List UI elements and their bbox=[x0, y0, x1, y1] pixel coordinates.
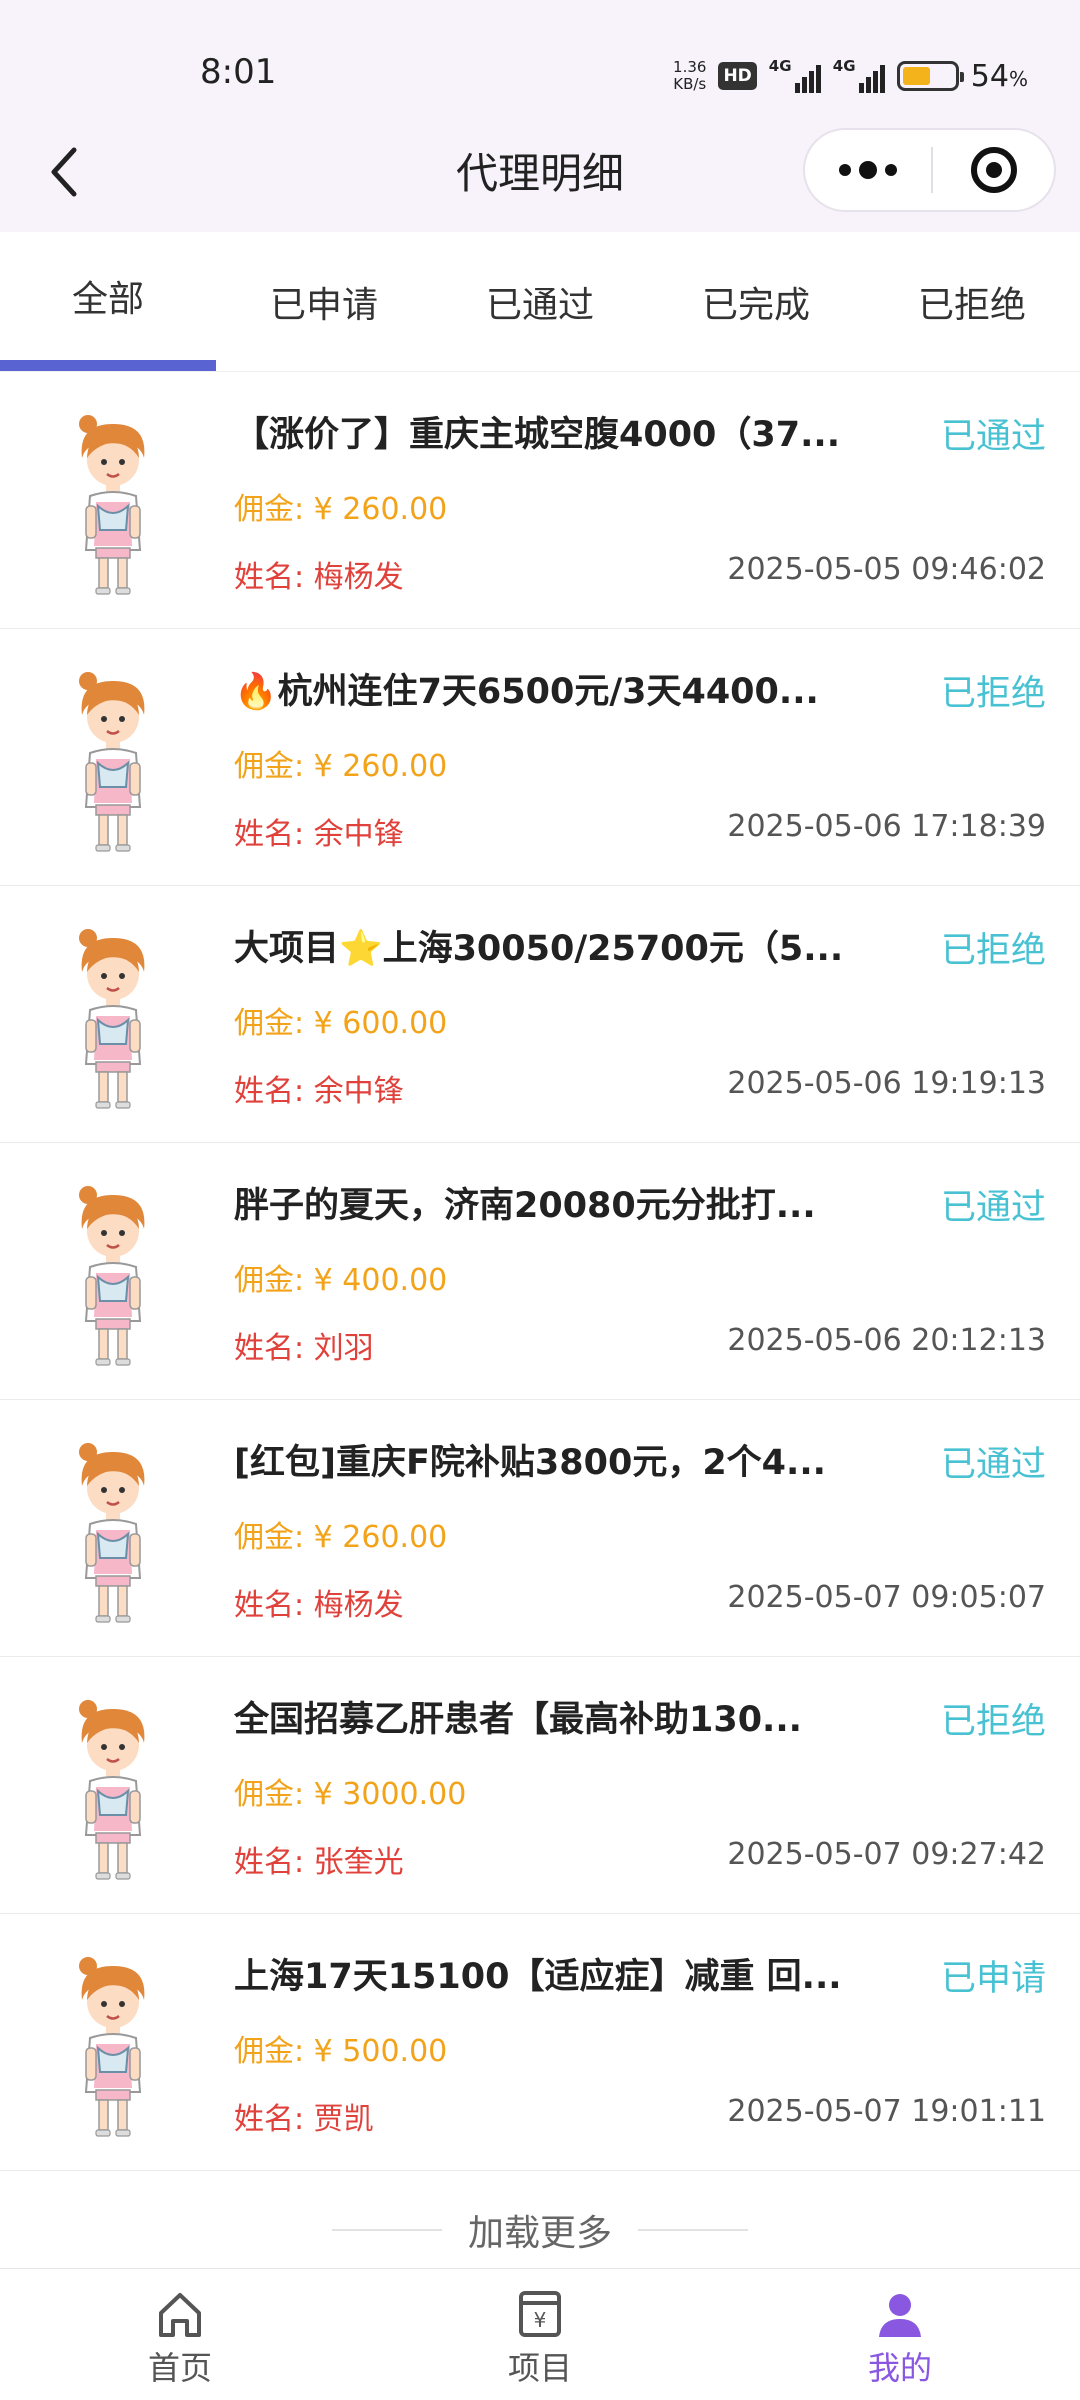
item-timestamp: 2025-05-07 19:01:11 bbox=[727, 2094, 1046, 2129]
nurse-avatar-icon bbox=[68, 1695, 158, 1881]
nurse-avatar-icon bbox=[68, 1438, 158, 1624]
network-speed-value: 1.36 bbox=[673, 58, 707, 76]
divider-line bbox=[331, 2229, 442, 2231]
tab-4[interactable]: 已拒绝 bbox=[864, 232, 1080, 371]
item-name: 姓名: 贾凯 bbox=[234, 2102, 374, 2137]
list-item[interactable]: 全国招募乙肝患者【最高补助130... 已拒绝 佣金: ¥ 3000.00 姓名… bbox=[0, 1657, 1080, 1914]
status-badge: 已申请 bbox=[940, 1959, 1046, 1999]
agent-detail-list: 【涨价了】重庆主城空腹4000（37... 已通过 佣金: ¥ 260.00 姓… bbox=[0, 372, 1080, 2171]
signal-icon: 4G bbox=[768, 57, 821, 93]
battery-icon bbox=[896, 61, 964, 91]
status-badge: 已拒绝 bbox=[940, 1702, 1046, 1742]
list-item[interactable]: 🔥杭州连住7天6500元/3天4400... 已拒绝 佣金: ¥ 260.00 … bbox=[0, 629, 1080, 886]
divider-line bbox=[638, 2229, 748, 2231]
close-miniprogram-button[interactable] bbox=[933, 130, 1054, 210]
item-timestamp: 2025-05-05 09:46:02 bbox=[727, 552, 1046, 587]
item-title: 🔥杭州连住7天6500元/3天4400... bbox=[234, 672, 819, 712]
tab-label: 已完成 bbox=[701, 285, 810, 326]
miniprogram-capsule bbox=[803, 128, 1056, 212]
nurse-avatar-icon bbox=[68, 924, 158, 1110]
project-icon: ¥ bbox=[513, 2287, 567, 2341]
item-commission: 佣金: ¥ 260.00 bbox=[234, 492, 448, 527]
battery-percent-value: 54 bbox=[970, 58, 1009, 94]
item-title: 全国招募乙肝患者【最高补助130... bbox=[234, 1700, 802, 1740]
status-time: 8:01 bbox=[200, 52, 277, 92]
item-title: [红包]重庆F院补贴3800元，2个4... bbox=[234, 1443, 826, 1483]
tab-2[interactable]: 已通过 bbox=[432, 232, 648, 371]
status-badge: 已通过 bbox=[940, 1445, 1046, 1485]
battery-percent: 54% bbox=[971, 59, 1028, 94]
filter-tabs: 全部 已申请 已通过 已完成 已拒绝 bbox=[0, 232, 1080, 372]
item-timestamp: 2025-05-06 20:12:13 bbox=[727, 1323, 1046, 1358]
bottom-tab-bar: 首页 ¥ 项目 我的 bbox=[0, 2268, 1080, 2400]
hd-icon: HD bbox=[718, 62, 757, 90]
item-name: 姓名: 刘羽 bbox=[234, 1331, 374, 1366]
tab-active-indicator bbox=[0, 360, 216, 371]
item-name: 姓名: 梅杨发 bbox=[234, 560, 404, 595]
item-timestamp: 2025-05-07 09:27:42 bbox=[727, 1837, 1046, 1872]
item-title: 胖子的夏天，济南20080元分批打... bbox=[234, 1186, 816, 1226]
tabbar-item-0[interactable]: 首页 bbox=[0, 2269, 360, 2400]
tab-3[interactable]: 已完成 bbox=[648, 232, 864, 371]
load-more-label: 加载更多 bbox=[467, 2213, 612, 2254]
battery-percent-sign: % bbox=[1008, 66, 1028, 91]
home-icon bbox=[153, 2287, 207, 2341]
item-title: 【涨价了】重庆主城空腹4000（37... bbox=[234, 415, 841, 455]
tab-label: 已申请 bbox=[269, 285, 378, 326]
svg-text:¥: ¥ bbox=[534, 2308, 547, 2332]
signal-icon-2: 4G bbox=[832, 57, 885, 93]
tab-0[interactable]: 全部 bbox=[0, 232, 216, 371]
list-item[interactable]: 上海17天15100【适应症】减重 回... 已申请 佣金: ¥ 500.00 … bbox=[0, 1914, 1080, 2171]
signal-label: 4G bbox=[768, 57, 792, 75]
tabbar-label: 项目 bbox=[507, 2349, 572, 2387]
tab-label: 已通过 bbox=[485, 285, 594, 326]
status-indicators: 1.36 KB/s HD 4G 4G 54% bbox=[673, 52, 1028, 100]
item-name: 姓名: 张奎光 bbox=[234, 1845, 404, 1880]
item-commission: 佣金: ¥ 400.00 bbox=[234, 1263, 448, 1298]
item-commission: 佣金: ¥ 3000.00 bbox=[234, 1777, 467, 1812]
tab-label: 已拒绝 bbox=[917, 285, 1026, 326]
profile-icon bbox=[873, 2287, 927, 2341]
battery-level bbox=[902, 67, 930, 85]
nurse-avatar-icon bbox=[68, 410, 158, 596]
item-name: 姓名: 梅杨发 bbox=[234, 1588, 404, 1623]
status-badge: 已拒绝 bbox=[940, 674, 1046, 714]
nurse-avatar-icon bbox=[68, 667, 158, 853]
load-more[interactable]: 加载更多 bbox=[0, 2200, 1080, 2260]
tab-label: 全部 bbox=[71, 279, 144, 320]
item-commission: 佣金: ¥ 260.00 bbox=[234, 749, 448, 784]
tabbar-item-2[interactable]: 我的 bbox=[720, 2269, 1080, 2400]
list-item[interactable]: [红包]重庆F院补贴3800元，2个4... 已通过 佣金: ¥ 260.00 … bbox=[0, 1400, 1080, 1657]
item-commission: 佣金: ¥ 600.00 bbox=[234, 1006, 448, 1041]
item-name: 姓名: 余中锋 bbox=[234, 817, 404, 852]
item-commission: 佣金: ¥ 260.00 bbox=[234, 1520, 448, 1555]
network-speed: 1.36 KB/s bbox=[673, 59, 706, 93]
network-speed-unit: KB/s bbox=[673, 75, 707, 93]
status-badge: 已通过 bbox=[940, 417, 1046, 457]
item-title: 大项目⭐上海30050/25700元（5... bbox=[234, 929, 844, 969]
item-timestamp: 2025-05-06 19:19:13 bbox=[727, 1066, 1046, 1101]
more-options-button[interactable] bbox=[805, 130, 931, 210]
item-title: 上海17天15100【适应症】减重 回... bbox=[234, 1957, 842, 1997]
tabbar-item-1[interactable]: ¥ 项目 bbox=[360, 2269, 720, 2400]
status-badge: 已通过 bbox=[940, 1188, 1046, 1228]
signal-label-2: 4G bbox=[832, 57, 856, 75]
status-badge: 已拒绝 bbox=[940, 931, 1046, 971]
nurse-avatar-icon bbox=[68, 1181, 158, 1367]
navigation-bar: 代理明细 bbox=[0, 120, 1080, 232]
item-commission: 佣金: ¥ 500.00 bbox=[234, 2034, 448, 2069]
tabbar-label: 首页 bbox=[147, 2349, 212, 2387]
nurse-avatar-icon bbox=[68, 1952, 158, 2138]
list-item[interactable]: 胖子的夏天，济南20080元分批打... 已通过 佣金: ¥ 400.00 姓名… bbox=[0, 1143, 1080, 1400]
list-item[interactable]: 大项目⭐上海30050/25700元（5... 已拒绝 佣金: ¥ 600.00… bbox=[0, 886, 1080, 1143]
tab-1[interactable]: 已申请 bbox=[216, 232, 432, 371]
item-timestamp: 2025-05-06 17:18:39 bbox=[727, 809, 1046, 844]
item-timestamp: 2025-05-07 09:05:07 bbox=[727, 1580, 1046, 1615]
target-icon bbox=[970, 147, 1017, 193]
list-item[interactable]: 【涨价了】重庆主城空腹4000（37... 已通过 佣金: ¥ 260.00 姓… bbox=[0, 372, 1080, 629]
item-name: 姓名: 余中锋 bbox=[234, 1074, 404, 1109]
tabbar-label: 我的 bbox=[867, 2349, 932, 2387]
